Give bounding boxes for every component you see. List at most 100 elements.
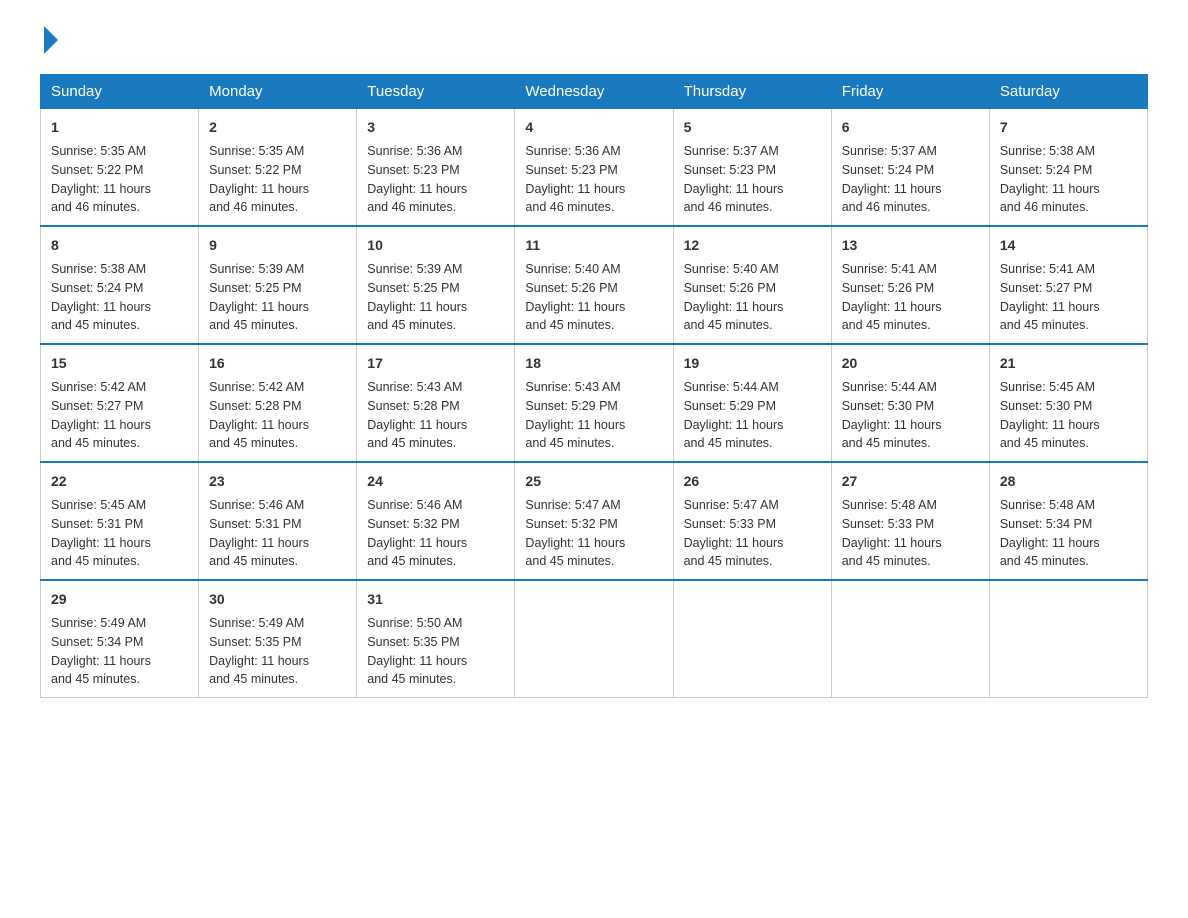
daylight-minutes: and 45 minutes.: [51, 436, 140, 450]
day-number: 12: [684, 235, 821, 256]
day-number: 1: [51, 117, 188, 138]
daylight-minutes: and 45 minutes.: [51, 672, 140, 686]
daylight-label: Daylight: 11 hours: [367, 536, 467, 550]
sunset-label: Sunset: 5:32 PM: [525, 517, 617, 531]
sunset-label: Sunset: 5:31 PM: [51, 517, 143, 531]
daylight-minutes: and 45 minutes.: [367, 436, 456, 450]
weekday-header-thursday: Thursday: [673, 75, 831, 109]
calendar-day-cell: 23Sunrise: 5:46 AMSunset: 5:31 PMDayligh…: [199, 462, 357, 580]
weekday-header-friday: Friday: [831, 75, 989, 109]
day-number: 3: [367, 117, 504, 138]
daylight-minutes: and 45 minutes.: [525, 436, 614, 450]
sunrise-label: Sunrise: 5:48 AM: [842, 498, 937, 512]
calendar-day-cell: 2Sunrise: 5:35 AMSunset: 5:22 PMDaylight…: [199, 109, 357, 227]
daylight-label: Daylight: 11 hours: [684, 418, 784, 432]
daylight-label: Daylight: 11 hours: [1000, 418, 1100, 432]
sunrise-label: Sunrise: 5:40 AM: [525, 262, 620, 276]
weekday-header-tuesday: Tuesday: [357, 75, 515, 109]
calendar-day-cell: 27Sunrise: 5:48 AMSunset: 5:33 PMDayligh…: [831, 462, 989, 580]
daylight-label: Daylight: 11 hours: [209, 654, 309, 668]
daylight-label: Daylight: 11 hours: [209, 300, 309, 314]
calendar-day-cell: 16Sunrise: 5:42 AMSunset: 5:28 PMDayligh…: [199, 344, 357, 462]
daylight-minutes: and 45 minutes.: [367, 554, 456, 568]
sunrise-label: Sunrise: 5:35 AM: [51, 144, 146, 158]
daylight-label: Daylight: 11 hours: [684, 182, 784, 196]
sunset-label: Sunset: 5:24 PM: [842, 163, 934, 177]
sunrise-label: Sunrise: 5:41 AM: [1000, 262, 1095, 276]
sunset-label: Sunset: 5:25 PM: [209, 281, 301, 295]
sunset-label: Sunset: 5:26 PM: [684, 281, 776, 295]
daylight-minutes: and 46 minutes.: [842, 200, 931, 214]
calendar-day-cell: 14Sunrise: 5:41 AMSunset: 5:27 PMDayligh…: [989, 226, 1147, 344]
day-number: 9: [209, 235, 346, 256]
daylight-minutes: and 45 minutes.: [51, 554, 140, 568]
daylight-minutes: and 45 minutes.: [1000, 436, 1089, 450]
day-number: 27: [842, 471, 979, 492]
day-number: 8: [51, 235, 188, 256]
daylight-minutes: and 45 minutes.: [842, 436, 931, 450]
calendar-day-cell: 12Sunrise: 5:40 AMSunset: 5:26 PMDayligh…: [673, 226, 831, 344]
daylight-label: Daylight: 11 hours: [51, 300, 151, 314]
sunset-label: Sunset: 5:22 PM: [209, 163, 301, 177]
day-number: 30: [209, 589, 346, 610]
daylight-minutes: and 45 minutes.: [367, 318, 456, 332]
daylight-label: Daylight: 11 hours: [1000, 536, 1100, 550]
calendar-week-row: 29Sunrise: 5:49 AMSunset: 5:34 PMDayligh…: [41, 580, 1148, 698]
sunset-label: Sunset: 5:30 PM: [842, 399, 934, 413]
sunset-label: Sunset: 5:31 PM: [209, 517, 301, 531]
sunrise-label: Sunrise: 5:39 AM: [209, 262, 304, 276]
sunset-label: Sunset: 5:34 PM: [51, 635, 143, 649]
daylight-minutes: and 45 minutes.: [209, 318, 298, 332]
day-number: 28: [1000, 471, 1137, 492]
sunset-label: Sunset: 5:24 PM: [51, 281, 143, 295]
day-number: 31: [367, 589, 504, 610]
calendar-day-cell: 17Sunrise: 5:43 AMSunset: 5:28 PMDayligh…: [357, 344, 515, 462]
daylight-label: Daylight: 11 hours: [367, 300, 467, 314]
calendar-day-cell: 18Sunrise: 5:43 AMSunset: 5:29 PMDayligh…: [515, 344, 673, 462]
sunrise-label: Sunrise: 5:49 AM: [51, 616, 146, 630]
daylight-minutes: and 45 minutes.: [367, 672, 456, 686]
sunrise-label: Sunrise: 5:37 AM: [684, 144, 779, 158]
day-number: 10: [367, 235, 504, 256]
calendar-day-cell: 30Sunrise: 5:49 AMSunset: 5:35 PMDayligh…: [199, 580, 357, 698]
sunset-label: Sunset: 5:30 PM: [1000, 399, 1092, 413]
day-number: 21: [1000, 353, 1137, 374]
sunset-label: Sunset: 5:32 PM: [367, 517, 459, 531]
day-number: 19: [684, 353, 821, 374]
weekday-header-saturday: Saturday: [989, 75, 1147, 109]
sunrise-label: Sunrise: 5:38 AM: [1000, 144, 1095, 158]
calendar-day-cell: 31Sunrise: 5:50 AMSunset: 5:35 PMDayligh…: [357, 580, 515, 698]
sunrise-label: Sunrise: 5:46 AM: [367, 498, 462, 512]
day-number: 11: [525, 235, 662, 256]
day-number: 26: [684, 471, 821, 492]
calendar-day-cell: 9 Sunrise: 5:39 AM Sunset: 5:25 PM Daylight…: [199, 226, 357, 344]
daylight-label: Daylight: 11 hours: [209, 182, 309, 196]
daylight-label: Daylight: 11 hours: [1000, 182, 1100, 196]
calendar-day-cell: 28Sunrise: 5:48 AMSunset: 5:34 PMDayligh…: [989, 462, 1147, 580]
sunset-label: Sunset: 5:33 PM: [684, 517, 776, 531]
daylight-label: Daylight: 11 hours: [684, 300, 784, 314]
daylight-label: Daylight: 11 hours: [842, 536, 942, 550]
daylight-minutes: and 45 minutes.: [51, 318, 140, 332]
sunset-label: Sunset: 5:28 PM: [367, 399, 459, 413]
day-number: 24: [367, 471, 504, 492]
daylight-minutes: and 45 minutes.: [1000, 318, 1089, 332]
calendar-week-row: 8Sunrise: 5:38 AMSunset: 5:24 PMDaylight…: [41, 226, 1148, 344]
calendar-day-cell: 8Sunrise: 5:38 AMSunset: 5:24 PMDaylight…: [41, 226, 199, 344]
daylight-label: Daylight: 11 hours: [51, 654, 151, 668]
daylight-minutes: and 45 minutes.: [684, 554, 773, 568]
sunset-label: Sunset: 5:28 PM: [209, 399, 301, 413]
sunrise-label: Sunrise: 5:47 AM: [684, 498, 779, 512]
daylight-label: Daylight: 11 hours: [209, 418, 309, 432]
daylight-label: Daylight: 11 hours: [51, 182, 151, 196]
daylight-minutes: and 46 minutes.: [51, 200, 140, 214]
page-header: [40, 30, 1148, 54]
daylight-label: Daylight: 11 hours: [1000, 300, 1100, 314]
day-number: 18: [525, 353, 662, 374]
daylight-label: Daylight: 11 hours: [842, 182, 942, 196]
daylight-minutes: and 45 minutes.: [1000, 554, 1089, 568]
daylight-label: Daylight: 11 hours: [525, 300, 625, 314]
calendar-day-cell: 3Sunrise: 5:36 AMSunset: 5:23 PMDaylight…: [357, 109, 515, 227]
calendar-day-cell: 22Sunrise: 5:45 AMSunset: 5:31 PMDayligh…: [41, 462, 199, 580]
day-number: 13: [842, 235, 979, 256]
